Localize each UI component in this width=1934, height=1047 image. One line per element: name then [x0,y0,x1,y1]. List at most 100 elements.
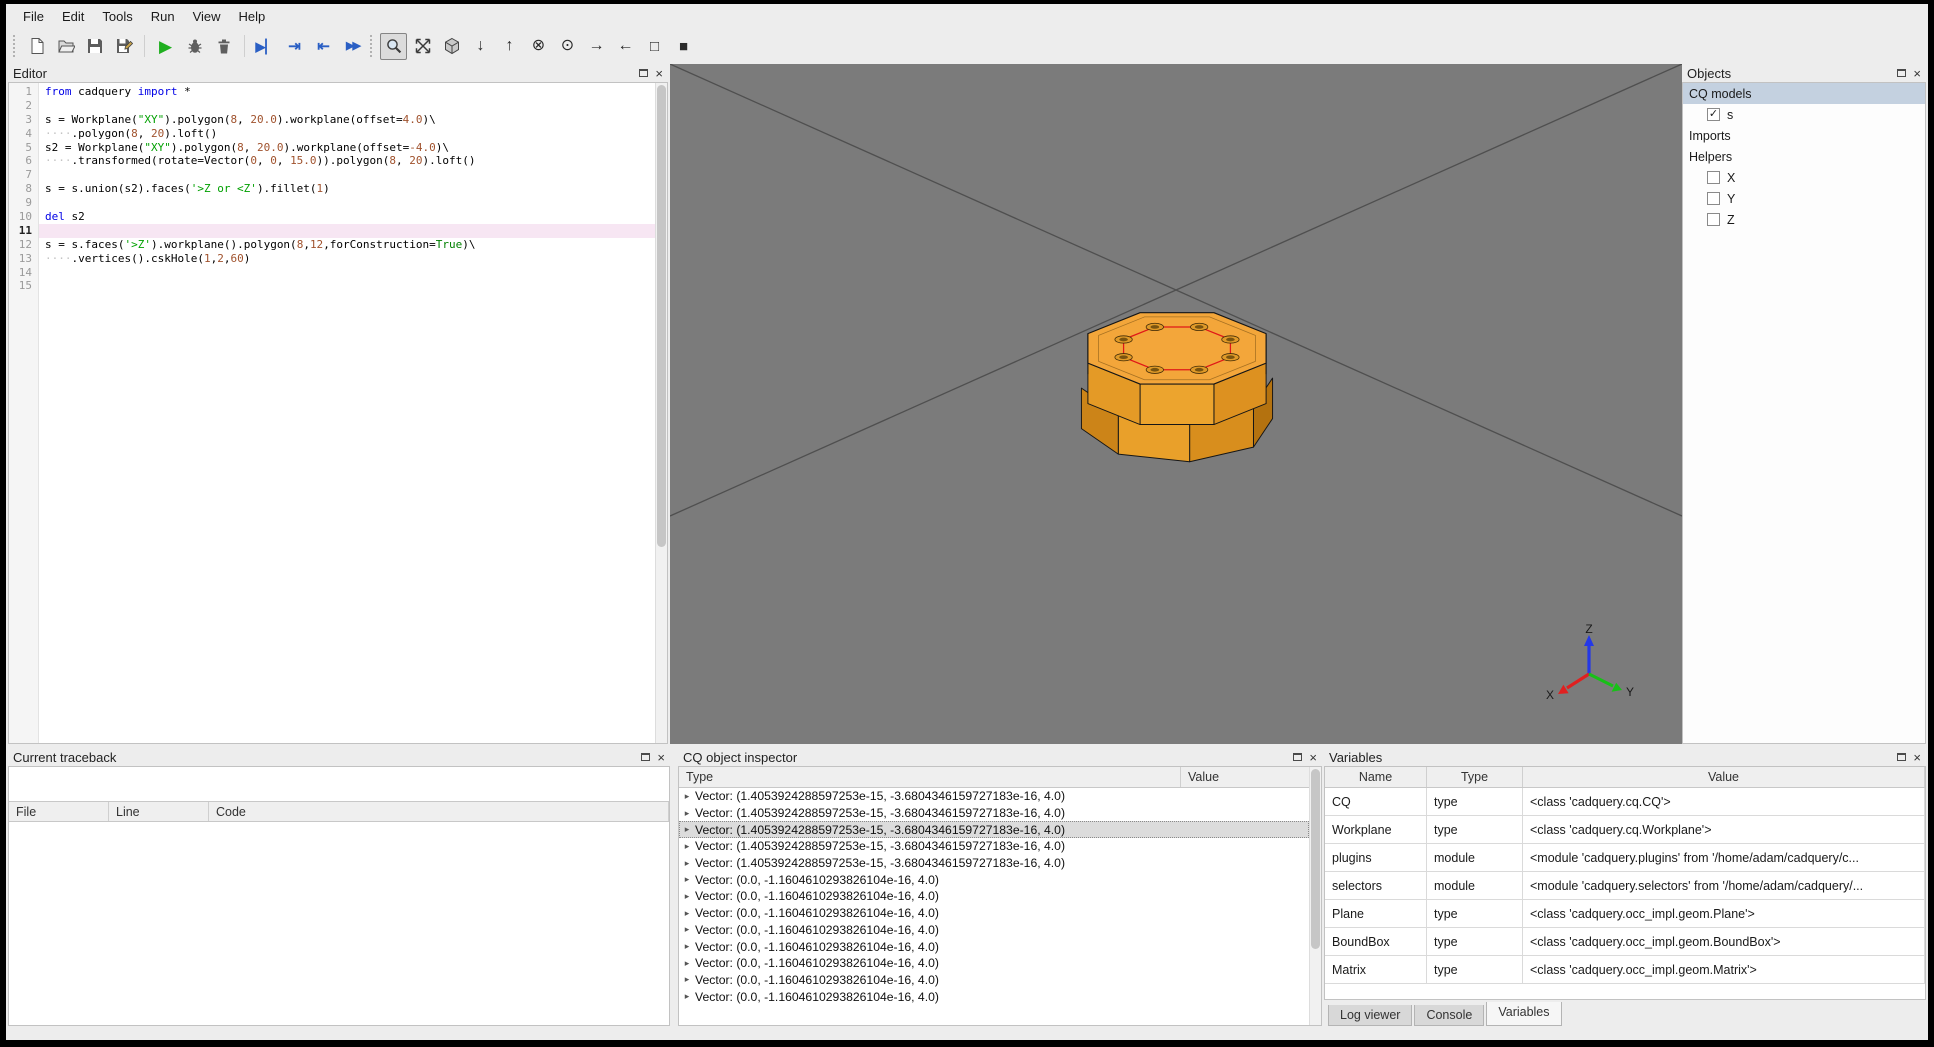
open-file-button[interactable] [52,33,79,60]
objects-tree-item-z[interactable]: Z [1683,209,1925,230]
float-panel-icon[interactable] [1897,69,1907,77]
variables-row-workplane[interactable]: Workplane type <class 'cadquery.cq.Workpla… [1325,816,1925,844]
variables-column-name[interactable]: Name [1325,767,1427,787]
variables-row-plane[interactable]: Plane type <class 'cadquery.occ_impl.geom.… [1325,900,1925,928]
inspector-scrollbar-thumb[interactable] [1311,769,1320,949]
objects-tree-item-y[interactable]: Y [1683,188,1925,209]
inspector-column-value[interactable]: Value [1181,767,1321,787]
expander-icon[interactable]: ▸ [679,841,695,852]
visibility-checkbox[interactable]: ✓ [1707,108,1720,121]
visibility-checkbox[interactable] [1707,171,1720,184]
toolbar-handle[interactable] [13,35,16,57]
toolbar-handle[interactable] [370,35,373,57]
close-panel-icon[interactable]: × [1913,751,1921,764]
menu-item-edit[interactable]: Edit [53,6,93,27]
expander-icon[interactable]: ▸ [679,924,695,935]
inspector-panel-titlebar[interactable]: CQ object inspector × [678,748,1322,766]
float-panel-icon[interactable] [1293,753,1303,761]
variables-row-plugins[interactable]: plugins module <module 'cadquery.plugins' … [1325,844,1925,872]
editor-scrollbar-thumb[interactable] [657,85,666,547]
inspector-row[interactable]: ▸ Vector: (1.4053924288597253e-15, -3.680… [679,838,1309,855]
tab-console[interactable]: Console [1414,1005,1485,1026]
view-up-button[interactable]: ↑ [496,33,523,60]
expander-icon[interactable]: ▸ [679,991,695,1002]
view-down-button[interactable]: ↓ [467,33,494,60]
menu-item-tools[interactable]: Tools [93,6,141,27]
expander-icon[interactable]: ▸ [679,941,695,952]
view-outof-button[interactable]: ⊙ [554,33,581,60]
expander-icon[interactable]: ▸ [679,858,695,869]
inspector-row[interactable]: ▸ Vector: (0.0, -1.1604610293826104e-16, … [679,922,1309,939]
view-into-button[interactable]: ⊗ [525,33,552,60]
inspector-row[interactable]: ▸ Vector: (1.4053924288597253e-15, -3.680… [679,855,1309,872]
menu-item-help[interactable]: Help [230,6,275,27]
objects-tree-item-cq-models[interactable]: CQ models [1683,83,1925,104]
inspector-column-type[interactable]: Type [679,767,1181,787]
step-into-button[interactable]: ⇥ [281,33,308,60]
shaded-button[interactable]: ■ [670,33,697,60]
inspector-row[interactable]: ▸ Vector: (0.0, -1.1604610293826104e-16, … [679,905,1309,922]
traceback-panel-titlebar[interactable]: Current traceback × [8,748,670,766]
editor-panel-titlebar[interactable]: Editor × [8,64,668,82]
close-panel-icon[interactable]: × [655,67,663,80]
expander-icon[interactable]: ▸ [679,908,695,919]
menu-item-run[interactable]: Run [142,6,184,27]
float-panel-icon[interactable] [639,69,649,77]
inspector-row[interactable]: ▸ Vector: (0.0, -1.1604610293826104e-16, … [679,888,1309,905]
save-button[interactable] [81,33,108,60]
inspector-row[interactable]: ▸ Vector: (0.0, -1.1604610293826104e-16, … [679,938,1309,955]
render-button[interactable]: ▶ [152,33,179,60]
float-panel-icon[interactable] [641,753,651,761]
objects-panel-titlebar[interactable]: Objects × [1682,64,1926,82]
expander-icon[interactable]: ▸ [679,808,695,819]
close-panel-icon[interactable]: × [1309,751,1317,764]
code-editor[interactable]: 1 from cadquery import * 2 3 s = Workplane("… [8,82,668,744]
step-return-button[interactable]: ⇤ [310,33,337,60]
inspector-row[interactable]: ▸ Vector: (0.0, -1.1604610293826104e-16, … [679,972,1309,989]
inspector-scrollbar[interactable] [1309,767,1321,1025]
expander-icon[interactable]: ▸ [679,891,695,902]
variables-row-matrix[interactable]: Matrix type <class 'cadquery.occ_impl.geom… [1325,956,1925,984]
variables-panel-titlebar[interactable]: Variables × [1324,748,1926,766]
variables-row-boundbox[interactable]: BoundBox type <class 'cadquery.occ_impl.ge… [1325,928,1925,956]
visibility-checkbox[interactable] [1707,192,1720,205]
close-panel-icon[interactable]: × [1913,67,1921,80]
editor-scrollbar[interactable] [655,83,667,743]
save-as-button[interactable] [110,33,137,60]
objects-tree-item-imports[interactable]: Imports [1683,125,1925,146]
step-button[interactable]: ▶▏ [252,33,279,60]
expander-icon[interactable]: ▸ [679,791,695,802]
debug-button[interactable] [181,33,208,60]
view-right-button[interactable]: → [583,33,610,60]
delete-button[interactable] [210,33,237,60]
visibility-checkbox[interactable] [1707,213,1720,226]
inspector-row[interactable]: ▸ Vector: (1.4053924288597253e-15, -3.680… [679,788,1309,805]
tab-log-viewer[interactable]: Log viewer [1328,1005,1413,1026]
3d-viewport[interactable]: Z X Y [670,64,1682,744]
variables-column-value[interactable]: Value [1523,767,1925,787]
close-panel-icon[interactable]: × [657,751,665,764]
expander-icon[interactable]: ▸ [679,824,695,835]
inspector-row[interactable]: ▸ Vector: (1.4053924288597253e-15, -3.680… [679,805,1309,822]
menu-item-file[interactable]: File [14,6,53,27]
zoom-fit-button[interactable] [380,32,407,60]
continue-button[interactable]: ▶▶ [339,33,366,60]
objects-tree-item-s[interactable]: ✓ s [1683,104,1925,125]
wireframe-button[interactable]: □ [641,33,668,60]
expander-icon[interactable]: ▸ [679,874,695,885]
fit-all-button[interactable] [409,33,436,60]
traceback-column-line[interactable]: Line [109,802,209,821]
inspector-row[interactable]: ▸ Vector: (0.0, -1.1604610293826104e-16, … [679,955,1309,972]
objects-tree-item-x[interactable]: X [1683,167,1925,188]
expander-icon[interactable]: ▸ [679,974,695,985]
cad-model[interactable] [1069,286,1285,484]
float-panel-icon[interactable] [1897,753,1907,761]
variables-row-cq[interactable]: CQ type <class 'cadquery.cq.CQ'> [1325,788,1925,816]
variables-column-type[interactable]: Type [1427,767,1523,787]
variables-row-selectors[interactable]: selectors module <module 'cadquery.selecto… [1325,872,1925,900]
traceback-column-file[interactable]: File [9,802,109,821]
iso-view-button[interactable] [438,33,465,60]
objects-tree-item-helpers[interactable]: Helpers [1683,146,1925,167]
new-file-button[interactable] [23,33,50,60]
menu-item-view[interactable]: View [184,6,230,27]
